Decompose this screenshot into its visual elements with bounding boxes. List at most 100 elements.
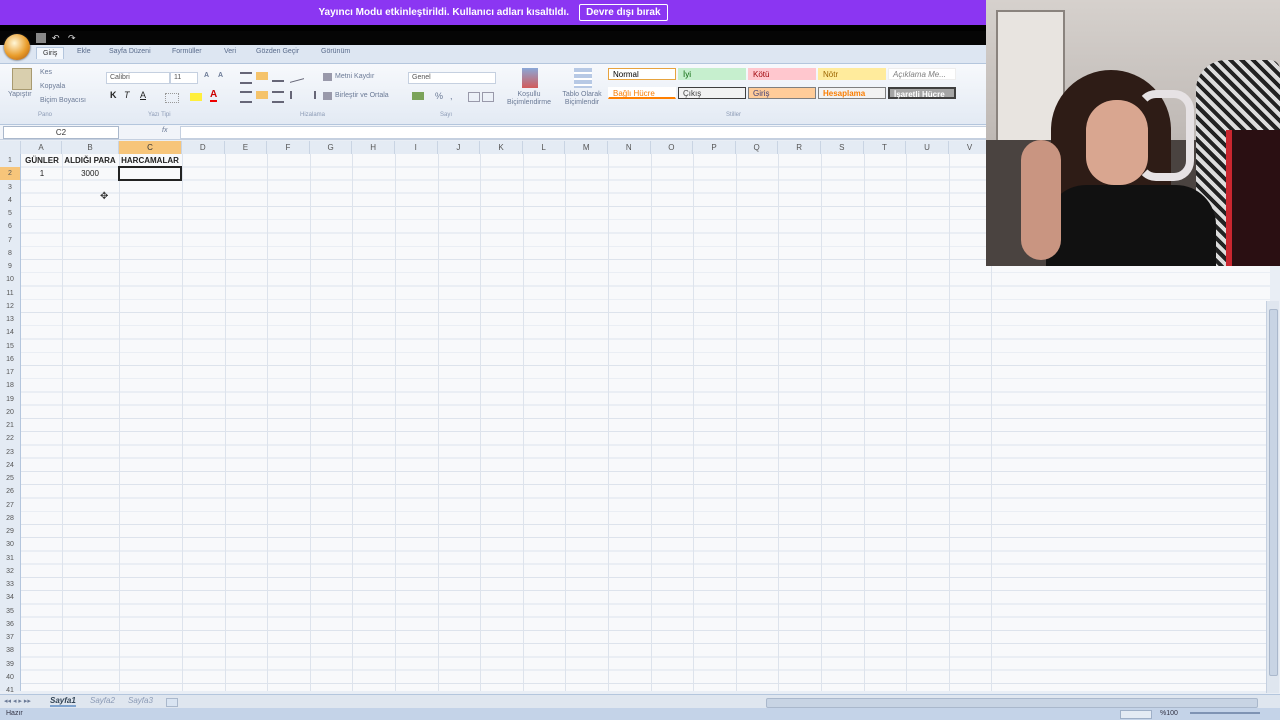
column-header-q[interactable]: Q xyxy=(736,141,779,154)
row-header-24[interactable]: 24 xyxy=(0,459,20,472)
row-header-14[interactable]: 14 xyxy=(0,326,20,339)
cell-B2[interactable]: 3000 xyxy=(62,167,118,180)
column-header-l[interactable]: L xyxy=(523,141,566,154)
cell-A1[interactable]: GÜNLER xyxy=(23,154,61,167)
row-header-7[interactable]: 7 xyxy=(0,234,20,247)
cell-B1[interactable]: ALDIĞI PARA xyxy=(62,154,118,167)
style-input[interactable]: Giriş xyxy=(748,87,816,99)
fill-color-icon[interactable] xyxy=(190,93,202,101)
row-header-33[interactable]: 33 xyxy=(0,578,20,591)
align-center-icon[interactable] xyxy=(256,91,268,99)
tab-home[interactable]: Giriş xyxy=(36,47,65,59)
tab-data[interactable]: Veri xyxy=(224,48,236,55)
row-header-27[interactable]: 27 xyxy=(0,499,20,512)
row-header-16[interactable]: 16 xyxy=(0,353,20,366)
disable-streamer-mode-button[interactable]: Devre dışı bırak xyxy=(579,4,668,21)
row-header-17[interactable]: 17 xyxy=(0,366,20,379)
selected-cell-C2[interactable] xyxy=(118,166,182,181)
row-header-8[interactable]: 8 xyxy=(0,247,20,260)
row-header-31[interactable]: 31 xyxy=(0,552,20,565)
column-header-r[interactable]: R xyxy=(778,141,821,154)
merge-center-icon[interactable] xyxy=(323,92,332,100)
style-output[interactable]: Çıkış xyxy=(678,87,746,99)
format-painter-button[interactable]: Biçim Boyacısı xyxy=(40,97,86,104)
cell-A2[interactable]: 1 xyxy=(23,167,61,180)
column-header-v[interactable]: V xyxy=(949,141,992,154)
tab-formulas[interactable]: Formüller xyxy=(172,48,202,55)
row-header-30[interactable]: 30 xyxy=(0,538,20,551)
vertical-scrollbar[interactable] xyxy=(1266,301,1279,693)
row-header-23[interactable]: 23 xyxy=(0,446,20,459)
view-buttons-icon[interactable] xyxy=(1120,710,1152,719)
office-button[interactable] xyxy=(4,34,30,60)
font-color-icon[interactable]: A xyxy=(210,89,218,102)
row-header-1[interactable]: 1 xyxy=(0,154,20,167)
undo-icon[interactable]: ↶ xyxy=(52,33,62,43)
bold-button[interactable]: K xyxy=(110,90,117,100)
align-right-icon[interactable] xyxy=(272,91,284,103)
row-header-21[interactable]: 21 xyxy=(0,419,20,432)
column-header-d[interactable]: D xyxy=(182,141,225,154)
row-header-26[interactable]: 26 xyxy=(0,485,20,498)
sheet-tab-1[interactable]: Sayfa1 xyxy=(50,696,76,707)
zoom-slider[interactable] xyxy=(1190,712,1260,714)
align-middle-icon[interactable] xyxy=(256,72,268,80)
column-header-j[interactable]: J xyxy=(438,141,481,154)
row-header-20[interactable]: 20 xyxy=(0,406,20,419)
increase-decimal-icon[interactable] xyxy=(468,92,480,102)
sheet-tab-3[interactable]: Sayfa3 xyxy=(128,696,153,705)
save-icon[interactable] xyxy=(36,33,46,43)
row-header-10[interactable]: 10 xyxy=(0,273,20,286)
align-top-icon[interactable] xyxy=(240,72,252,84)
column-header-s[interactable]: S xyxy=(821,141,864,154)
style-calculation[interactable]: Hesaplama xyxy=(818,87,886,99)
row-header-13[interactable]: 13 xyxy=(0,313,20,326)
orientation-icon[interactable] xyxy=(290,70,304,83)
row-header-22[interactable]: 22 xyxy=(0,432,20,445)
merge-center-button[interactable]: Birleştir ve Ortala xyxy=(335,92,389,99)
column-header-n[interactable]: N xyxy=(608,141,651,154)
align-bottom-icon[interactable] xyxy=(272,72,284,82)
fx-icon[interactable]: fx xyxy=(162,127,167,134)
column-header-m[interactable]: M xyxy=(565,141,608,154)
grow-font-icon[interactable]: A xyxy=(204,72,209,79)
row-header-32[interactable]: 32 xyxy=(0,565,20,578)
paste-icon[interactable] xyxy=(12,68,32,90)
column-header-h[interactable]: H xyxy=(352,141,395,154)
row-header-40[interactable]: 40 xyxy=(0,671,20,684)
sheet-nav-icon[interactable]: ◂◂ ◂ ▸ ▸▸ xyxy=(4,697,31,705)
decrease-indent-icon[interactable] xyxy=(290,91,302,99)
row-header-29[interactable]: 29 xyxy=(0,525,20,538)
column-header-f[interactable]: F xyxy=(267,141,310,154)
column-header-p[interactable]: P xyxy=(693,141,736,154)
increase-indent-icon[interactable] xyxy=(304,91,316,99)
font-size-select[interactable]: 11 xyxy=(170,72,198,84)
column-header-k[interactable]: K xyxy=(480,141,523,154)
row-header-37[interactable]: 37 xyxy=(0,631,20,644)
cut-button[interactable]: Kes xyxy=(40,69,52,76)
shrink-font-icon[interactable]: A xyxy=(218,72,223,79)
currency-icon[interactable] xyxy=(412,92,424,100)
column-header-u[interactable]: U xyxy=(906,141,949,154)
column-header-g[interactable]: G xyxy=(310,141,353,154)
wrap-text-icon[interactable] xyxy=(323,73,332,81)
redo-icon[interactable]: ↷ xyxy=(68,33,78,43)
row-header-6[interactable]: 6 xyxy=(0,220,20,233)
row-header-12[interactable]: 12 xyxy=(0,300,20,313)
conditional-formatting-icon[interactable] xyxy=(522,68,538,88)
style-check-cell[interactable]: İşaretli Hücre xyxy=(888,87,956,99)
sheet-tab-2[interactable]: Sayfa2 xyxy=(90,696,115,705)
style-normal[interactable]: Normal xyxy=(608,68,676,80)
row-header-34[interactable]: 34 xyxy=(0,591,20,604)
style-explanatory[interactable]: Açıklama Me... xyxy=(888,68,956,80)
row-header-3[interactable]: 3 xyxy=(0,181,20,194)
borders-icon[interactable] xyxy=(165,93,179,103)
column-header-a[interactable]: A xyxy=(21,141,62,154)
column-header-i[interactable]: I xyxy=(395,141,438,154)
row-header-38[interactable]: 38 xyxy=(0,644,20,657)
zoom-level[interactable]: %100 xyxy=(1160,710,1178,717)
row-header-36[interactable]: 36 xyxy=(0,618,20,631)
column-header-e[interactable]: E xyxy=(225,141,268,154)
copy-button[interactable]: Kopyala xyxy=(40,83,65,90)
row-header-15[interactable]: 15 xyxy=(0,340,20,353)
